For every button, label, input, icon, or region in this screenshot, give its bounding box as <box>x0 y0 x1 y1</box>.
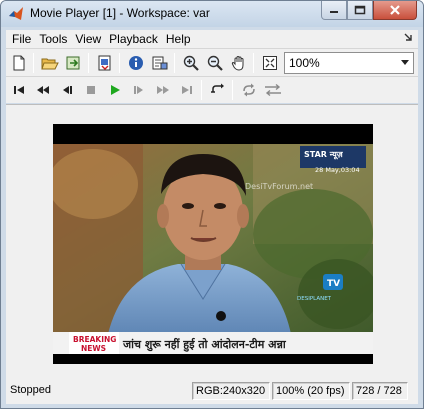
new-button[interactable] <box>8 52 30 74</box>
broadcast-timestamp: 28 May,03:04 <box>315 166 360 174</box>
open-button[interactable] <box>39 52 61 74</box>
fit-window-icon <box>263 55 277 70</box>
corner-logo-caption: DESIPLANET <box>297 296 332 302</box>
skip-to-end-icon <box>182 86 192 94</box>
fast-forward-button[interactable] <box>152 79 174 101</box>
toolbar-separator <box>253 52 254 73</box>
matlab-icon <box>9 7 23 20</box>
movie-viewer-area: STAR न्यूज़ 28 May,03:04 DesiTvForum.net… <box>6 104 418 378</box>
repeat-icon <box>243 83 255 97</box>
toolbar-separator <box>174 52 175 73</box>
zoom-level-value: 100% <box>289 55 320 70</box>
zoom-level-select[interactable]: 100% <box>284 51 414 74</box>
playback-toolbar <box>6 76 418 103</box>
zoom-out-button[interactable] <box>204 52 226 74</box>
forward-backward-icon <box>265 83 281 97</box>
toolbar-separator <box>88 52 89 73</box>
window-title: Movie Player [1] - Workspace: var <box>30 6 210 20</box>
menu-playback[interactable]: Playback <box>105 30 162 48</box>
video-watermark: DesiTvForum.net <box>245 182 313 191</box>
colormap-icon <box>152 56 168 69</box>
maximize-icon <box>354 5 366 15</box>
video-format-field: RGB:240x320 <box>192 382 270 400</box>
movie-player-window: Movie Player [1] - Workspace: var File T… <box>0 0 424 409</box>
maximize-button[interactable] <box>347 1 373 20</box>
play-button[interactable] <box>104 79 126 101</box>
step-back-icon <box>63 86 72 94</box>
toolbar-separator <box>232 80 233 100</box>
playback-status: Stopped <box>10 384 51 396</box>
menu-tools[interactable]: Tools <box>35 30 71 48</box>
main-toolbar: 100% <box>6 48 418 76</box>
import-button[interactable] <box>63 52 85 74</box>
loop-icon <box>211 83 224 93</box>
menu-help[interactable]: Help <box>162 30 195 48</box>
corner-logo-text: TV <box>327 279 340 289</box>
fit-to-window-button[interactable] <box>259 52 281 74</box>
zoom-out-icon <box>207 55 223 71</box>
stop-button[interactable] <box>80 79 102 101</box>
stop-icon <box>87 86 95 94</box>
play-icon <box>111 85 120 95</box>
window-controls <box>321 1 417 20</box>
pan-button[interactable] <box>228 52 250 74</box>
export-icon <box>98 55 111 70</box>
pan-hand-icon <box>231 55 244 71</box>
rewind-icon <box>37 86 49 94</box>
step-forward-icon <box>134 86 143 94</box>
step-forward-button[interactable] <box>128 79 150 101</box>
loop-button[interactable] <box>207 79 229 101</box>
rewind-button[interactable] <box>32 79 54 101</box>
zoom-in-icon <box>183 55 199 71</box>
zoom-in-button[interactable] <box>180 52 202 74</box>
breaking-news-label-1: BREAKING <box>73 335 116 344</box>
toolbar-separator <box>33 52 34 73</box>
video-frame[interactable]: STAR न्यूज़ 28 May,03:04 DesiTvForum.net… <box>53 124 373 364</box>
info-button[interactable] <box>125 52 147 74</box>
fast-forward-icon <box>157 86 169 94</box>
frame-rate-field: 100% (20 fps) <box>272 382 350 400</box>
status-bar: Stopped RGB:240x320 100% (20 fps) 728 / … <box>6 378 418 404</box>
new-file-icon <box>13 55 25 70</box>
dock-arrow-icon[interactable] <box>402 31 414 45</box>
go-to-start-button[interactable] <box>8 79 30 101</box>
export-button[interactable] <box>94 52 116 74</box>
frame-counter-field: 728 / 728 <box>352 382 408 400</box>
open-folder-icon <box>41 58 59 69</box>
repeat-button[interactable] <box>238 79 260 101</box>
forward-backward-button[interactable] <box>262 79 284 101</box>
channel-logo-text: STAR न्यूज़ <box>304 150 344 160</box>
info-icon <box>129 55 143 70</box>
menu-bar: File Tools View Playback Help <box>6 30 418 48</box>
menu-file[interactable]: File <box>8 30 35 48</box>
breaking-news-label-2: NEWS <box>81 344 106 353</box>
toolbar-separator <box>201 80 202 100</box>
minimize-icon <box>330 11 338 13</box>
minimize-button[interactable] <box>321 1 347 20</box>
step-back-button[interactable] <box>56 79 78 101</box>
menu-view[interactable]: View <box>71 30 105 48</box>
import-workspace-icon <box>66 56 80 69</box>
news-ticker-text: जांच शुरू नहीं हुई तो आंदोलन-टीम अन्ना <box>122 337 287 352</box>
close-icon <box>390 5 400 15</box>
colormap-button[interactable] <box>149 52 171 74</box>
chevron-down-icon[interactable] <box>397 53 413 73</box>
video-frame-image: STAR न्यूज़ 28 May,03:04 DesiTvForum.net… <box>53 124 373 364</box>
go-to-end-button[interactable] <box>176 79 198 101</box>
skip-to-start-icon <box>14 86 24 94</box>
toolbar-separator <box>119 52 120 73</box>
title-bar[interactable]: Movie Player [1] - Workspace: var <box>1 1 423 27</box>
close-button[interactable] <box>373 1 417 20</box>
